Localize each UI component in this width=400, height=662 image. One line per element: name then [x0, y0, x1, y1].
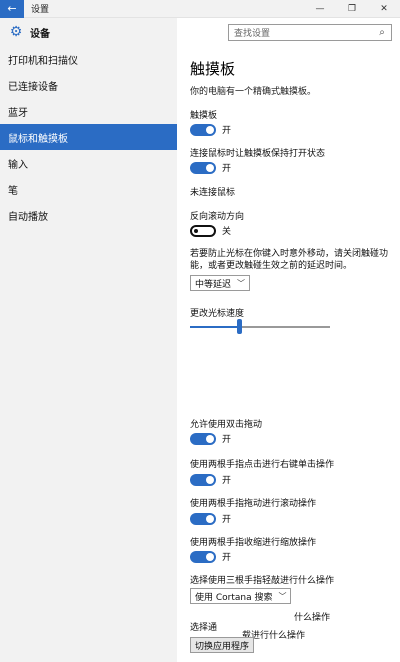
- three-finger-tap-select[interactable]: 使用 Cortana 搜索 ﹀: [190, 588, 292, 604]
- three-finger-tap-label: 选择使用三根手指轻敲进行什么操作: [190, 576, 335, 586]
- back-arrow-icon: ←: [7, 2, 17, 15]
- no-mouse-status: 未连接鼠标: [190, 188, 236, 198]
- chevron-down-icon: ﹀: [237, 278, 246, 288]
- cursor-speed-label: 更改光标速度: [190, 309, 245, 319]
- reverse-scroll-toggle-state: 关: [222, 227, 232, 237]
- two-finger-scroll-toggle[interactable]: [190, 512, 216, 525]
- cursor-speed-slider[interactable]: [190, 326, 330, 328]
- reverse-scroll-label: 反向滚动方向: [190, 212, 245, 222]
- close-button[interactable]: ✕: [368, 0, 400, 18]
- sidebar-item-pen[interactable]: 笔: [0, 176, 177, 202]
- sidebar-item-typing[interactable]: 输入: [0, 150, 177, 176]
- search-icon: ⌕: [379, 27, 385, 38]
- search-input[interactable]: 查找设置 ⌕: [228, 24, 392, 41]
- keep-touchpad-label: 连接鼠标时让触摸板保持打开状态: [190, 149, 326, 159]
- maximize-button[interactable]: ❐: [336, 0, 368, 18]
- two-finger-click-state: 开: [222, 476, 232, 486]
- touchpad-toggle[interactable]: [190, 123, 216, 136]
- two-finger-click-label: 使用两根手指点击进行右键单击操作: [190, 460, 335, 470]
- two-finger-click-toggle[interactable]: [190, 473, 216, 486]
- sidebar-header-label: 设备: [30, 28, 50, 40]
- cursor-speed-fill: [190, 326, 239, 328]
- three-finger-tap-value: 使用 Cortana 搜索: [195, 592, 273, 603]
- window-title: 设置: [31, 5, 50, 15]
- sidebar-header[interactable]: ⚙ 设备: [0, 18, 177, 46]
- sidebar-item-bluetooth[interactable]: 蓝牙: [0, 98, 177, 124]
- touchpad-toggle-state: 开: [222, 126, 232, 136]
- sidebar: ⚙ 设备 打印机和扫描仪 已连接设备 蓝牙 鼠标和触摸板 输入 笔 自动播放: [0, 18, 177, 662]
- two-finger-click-toggle-row: 开: [190, 473, 231, 486]
- two-finger-zoom-label: 使用两根手指收缩进行缩放操作: [190, 538, 317, 548]
- gear-icon: ⚙: [9, 24, 23, 40]
- sidebar-item-connected-devices[interactable]: 已连接设备: [0, 72, 177, 98]
- chevron-down-icon: ﹀: [278, 591, 287, 601]
- back-button[interactable]: ←: [0, 0, 24, 18]
- page-subtitle: 你的电脑有一个精确式触摸板。: [190, 87, 317, 97]
- reverse-scroll-toggle[interactable]: [190, 224, 216, 237]
- three-finger-swipe-fragment: 什么操作: [294, 613, 331, 623]
- double-tap-drag-toggle[interactable]: [190, 432, 216, 445]
- two-finger-zoom-toggle-row: 开: [190, 550, 231, 563]
- reverse-scroll-toggle-row: 关: [190, 224, 231, 237]
- sidebar-item-printers[interactable]: 打印机和扫描仪: [0, 46, 177, 72]
- touch-delay-description: 若要防止光标在你键入时意外移动，请关闭触碰功能，或者更改触碰生效之前的延迟时间。: [190, 249, 389, 271]
- touch-delay-value: 中等延迟: [195, 279, 232, 290]
- keep-touchpad-toggle-state: 开: [222, 164, 232, 174]
- cursor-speed-thumb[interactable]: [237, 319, 242, 334]
- sidebar-item-mouse-touchpad[interactable]: 鼠标和触摸板: [0, 124, 177, 150]
- two-finger-scroll-state: 开: [222, 515, 232, 525]
- double-tap-drag-label: 允许使用双击拖动: [190, 420, 263, 430]
- sidebar-item-autoplay[interactable]: 自动播放: [0, 202, 177, 228]
- switch-app-button[interactable]: 切换应用程序: [190, 637, 255, 653]
- keep-touchpad-toggle-row: 开: [190, 161, 231, 174]
- two-finger-zoom-state: 开: [222, 553, 232, 563]
- keep-touchpad-toggle[interactable]: [190, 161, 216, 174]
- touchpad-toggle-row: 开: [190, 123, 231, 136]
- two-finger-zoom-toggle[interactable]: [190, 550, 216, 563]
- touch-delay-select[interactable]: 中等延迟 ﹀: [190, 275, 251, 291]
- double-tap-drag-toggle-row: 开: [190, 432, 231, 445]
- two-finger-scroll-toggle-row: 开: [190, 512, 231, 525]
- search-placeholder: 查找设置: [234, 29, 271, 39]
- two-finger-scroll-label: 使用两根手指拖动进行滚动操作: [190, 499, 317, 509]
- double-tap-drag-state: 开: [222, 435, 232, 445]
- touchpad-label: 触摸板: [190, 111, 218, 121]
- window-controls: — ❐ ✕: [304, 0, 400, 18]
- page-title: 触摸板: [190, 60, 236, 78]
- four-finger-label-partial: 选择通: [190, 623, 218, 633]
- minimize-button[interactable]: —: [304, 0, 336, 18]
- title-bar: ← 设置 — ❐ ✕: [0, 0, 400, 18]
